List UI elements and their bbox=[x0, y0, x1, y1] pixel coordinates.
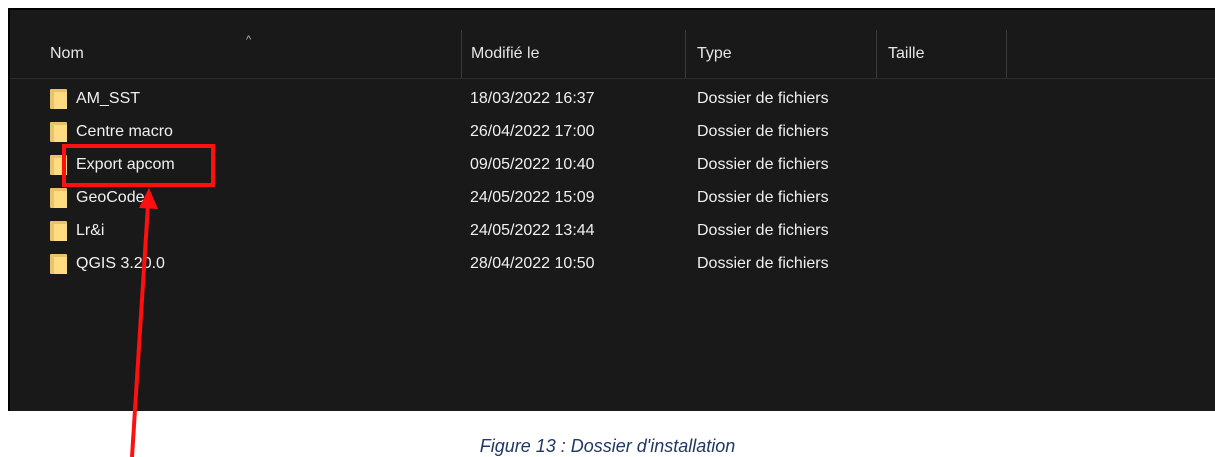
file-name: QGIS 3.20.0 bbox=[76, 254, 165, 272]
file-type: Dossier de fichiers bbox=[697, 254, 829, 272]
folder-icon bbox=[50, 254, 67, 274]
column-header-name-label: Nom bbox=[50, 45, 84, 62]
file-type: Dossier de fichiers bbox=[697, 188, 829, 206]
file-list-row[interactable]: QGIS 3.20.0 28/04/2022 10:50 Dossier de … bbox=[10, 247, 1215, 280]
folder-icon bbox=[50, 89, 67, 109]
file-modified-date: 28/04/2022 10:50 bbox=[470, 254, 595, 272]
highlight-box bbox=[62, 144, 215, 187]
column-header-type[interactable]: Type bbox=[685, 30, 875, 78]
folder-icon bbox=[50, 188, 67, 208]
column-header-modified-label: Modifié le bbox=[471, 45, 540, 62]
file-type: Dossier de fichiers bbox=[697, 155, 829, 173]
column-header-size-label: Taille bbox=[888, 45, 925, 62]
file-explorer-pane: Nom ^ Modifié le Type Taille AM_SST 18/0… bbox=[8, 8, 1215, 411]
folder-icon bbox=[50, 221, 67, 241]
file-modified-date: 24/05/2022 15:09 bbox=[470, 188, 595, 206]
figure-caption: Figure 13 : Dossier d'installation bbox=[479, 436, 736, 456]
file-modified-date: 09/05/2022 10:40 bbox=[470, 155, 595, 173]
file-name: Lr&i bbox=[76, 221, 105, 239]
folder-icon bbox=[50, 122, 67, 142]
file-modified-date: 26/04/2022 17:00 bbox=[470, 122, 595, 140]
file-type: Dossier de fichiers bbox=[697, 122, 829, 140]
column-header-size[interactable]: Taille bbox=[876, 30, 1006, 78]
column-header-row: Nom ^ Modifié le Type Taille bbox=[10, 30, 1215, 79]
file-name: AM_SST bbox=[76, 89, 141, 107]
column-divider[interactable] bbox=[1006, 30, 1007, 78]
file-modified-date: 24/05/2022 13:44 bbox=[470, 221, 595, 239]
sort-ascending-icon: ^ bbox=[246, 34, 252, 46]
column-header-modified[interactable]: Modifié le bbox=[461, 30, 685, 78]
file-modified-date: 18/03/2022 16:37 bbox=[470, 89, 595, 107]
column-header-type-label: Type bbox=[697, 45, 732, 62]
file-list-row[interactable]: AM_SST 18/03/2022 16:37 Dossier de fichi… bbox=[10, 82, 1215, 115]
file-list-row[interactable]: Lr&i 24/05/2022 13:44 Dossier de fichier… bbox=[10, 214, 1215, 247]
file-type: Dossier de fichiers bbox=[697, 221, 829, 239]
file-type: Dossier de fichiers bbox=[697, 89, 829, 107]
